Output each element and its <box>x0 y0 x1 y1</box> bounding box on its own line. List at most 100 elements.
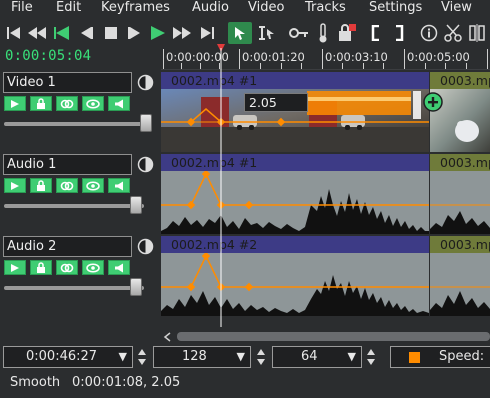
track-eye-button[interactable] <box>82 96 104 111</box>
track-height-combo[interactable]: 64 ▼ <box>272 346 362 368</box>
menu-audio[interactable]: Audio <box>192 0 229 18</box>
track-volume-handle[interactable] <box>130 278 142 296</box>
step-forward-frame-icon[interactable] <box>124 22 146 44</box>
clip-title[interactable]: 0003.mp4 <box>430 72 490 89</box>
audio-track-lane-1[interactable]: 0002.mp4 #1 0003.mp <box>161 154 490 234</box>
menu-bar: File Edit Keyframes Audio Video Tracks S… <box>0 0 490 18</box>
rewind-icon[interactable] <box>26 22 48 44</box>
track-volume-handle[interactable] <box>130 196 142 214</box>
chevron-down-icon: ▼ <box>118 350 127 363</box>
clip-title[interactable]: 0002.mp4 #1 <box>161 72 429 89</box>
track-lock-button[interactable] <box>30 96 52 111</box>
track-toggle-icon[interactable] <box>137 74 154 91</box>
track-toggle-icon[interactable] <box>137 156 154 173</box>
bracket-out-icon[interactable] <box>388 22 410 44</box>
track-play-button[interactable] <box>4 96 26 111</box>
scissors-icon[interactable] <box>442 22 464 44</box>
track-lock-button[interactable] <box>30 178 52 193</box>
bottom-bar: 0:00:46:27 ▼ 128 ▼ 64 ▼ Speed: <box>0 346 490 368</box>
track-volume-slider[interactable] <box>4 204 144 208</box>
menu-keyframes[interactable]: Keyframes <box>101 0 170 18</box>
video-thumbnails <box>161 89 490 152</box>
track-mute-button[interactable] <box>108 178 130 193</box>
menu-view[interactable]: View <box>441 0 472 18</box>
track-link-button[interactable] <box>56 178 78 193</box>
select-tool-icon[interactable] <box>228 22 252 44</box>
track-volume-slider[interactable] <box>4 122 144 126</box>
menu-file[interactable]: File <box>11 0 33 18</box>
bracket-in-icon[interactable] <box>365 22 387 44</box>
speed-box[interactable]: Speed: <box>390 346 490 368</box>
track-lock-button[interactable] <box>30 260 52 275</box>
interpolation-mode: Smooth <box>10 375 61 390</box>
ruler-label: 0:00:03:10 <box>325 50 388 64</box>
info-icon[interactable] <box>418 22 440 44</box>
scroll-left-icon[interactable] <box>163 332 173 342</box>
track-eye-button[interactable] <box>82 178 104 193</box>
menu-settings[interactable]: Settings <box>369 0 422 18</box>
clip-title[interactable]: 0003.mp <box>430 236 490 253</box>
track-eye-button[interactable] <box>82 260 104 275</box>
menu-video[interactable]: Video <box>248 0 284 18</box>
clip-title[interactable]: 0002.mp4 #1 <box>161 154 429 171</box>
track-mute-button[interactable] <box>108 260 130 275</box>
height-spin-icon[interactable] <box>366 348 376 366</box>
track-name[interactable]: Audio 2 <box>3 236 132 257</box>
trim-tool-icon[interactable] <box>256 22 278 44</box>
track-toggle-icon[interactable] <box>137 238 154 255</box>
track-link-button[interactable] <box>56 96 78 111</box>
track-volume-slider[interactable] <box>4 286 144 290</box>
track-header-video-1: Video 1 <box>0 72 160 152</box>
menu-edit[interactable]: Edit <box>56 0 81 18</box>
track-name[interactable]: Video 1 <box>3 72 132 93</box>
go-start-icon[interactable] <box>3 22 25 44</box>
lock-tool-icon[interactable] <box>336 22 358 44</box>
zoom-spin-icon[interactable] <box>256 348 266 366</box>
stop-icon[interactable] <box>100 22 122 44</box>
ruler-tick <box>239 49 240 69</box>
speaker-icon <box>114 181 123 190</box>
timeline-scrollbar[interactable] <box>161 327 490 345</box>
menu-tracks[interactable]: Tracks <box>305 0 346 18</box>
play-icon[interactable] <box>147 22 169 44</box>
lock-icon <box>37 180 45 191</box>
split-icon[interactable] <box>466 22 488 44</box>
ruler-tick <box>342 63 343 69</box>
key-icon[interactable] <box>288 22 310 44</box>
track-link-button[interactable] <box>56 260 78 275</box>
ruler-tick <box>301 63 302 69</box>
play-icon <box>11 263 19 272</box>
play-icon <box>11 99 19 108</box>
speaker-icon <box>114 263 123 272</box>
video-track-lane[interactable]: 0002.mp4 #1 0003.mp4 2. <box>161 72 490 152</box>
step-back-frame-icon[interactable] <box>75 22 97 44</box>
clip-title[interactable]: 0002.mp4 #2 <box>161 236 429 253</box>
thermometer-icon[interactable] <box>312 22 334 44</box>
clip-title[interactable]: 0003.mp <box>430 154 490 171</box>
status-bar: Smooth 0:00:01:08, 2.05 <box>0 372 490 394</box>
timeline-ruler[interactable]: 0:00:00:00 0:00:01:20 0:00:03:10 0:00:05… <box>161 48 490 70</box>
go-end-icon[interactable] <box>196 22 218 44</box>
track-play-button[interactable] <box>4 178 26 193</box>
ruler-tick <box>181 63 182 69</box>
playhead[interactable] <box>217 44 225 328</box>
track-mute-button[interactable] <box>108 96 130 111</box>
scrollbar-thumb[interactable] <box>177 332 490 341</box>
ruler-tick <box>200 63 201 69</box>
ruler-tick <box>260 63 261 69</box>
speed-color-swatch <box>409 352 420 363</box>
track-name[interactable]: Audio 1 <box>3 154 132 175</box>
zoom-combo[interactable]: 128 ▼ <box>153 346 251 368</box>
ruler-tick <box>281 63 282 69</box>
time-spin-icon[interactable] <box>137 348 147 366</box>
audio-track-lane-2[interactable]: 0002.mp4 #2 0003.mp <box>161 236 490 316</box>
time-combo[interactable]: 0:00:46:27 ▼ <box>3 346 133 368</box>
ruler-tick <box>163 49 164 69</box>
current-timecode[interactable]: 0:00:05:04 <box>5 48 91 64</box>
fast-forward-icon[interactable] <box>171 22 193 44</box>
track-play-button[interactable] <box>4 260 26 275</box>
track-volume-handle[interactable] <box>140 114 152 132</box>
step-back-icon[interactable] <box>51 22 73 44</box>
lock-icon <box>37 262 45 273</box>
link-icon <box>60 263 74 272</box>
